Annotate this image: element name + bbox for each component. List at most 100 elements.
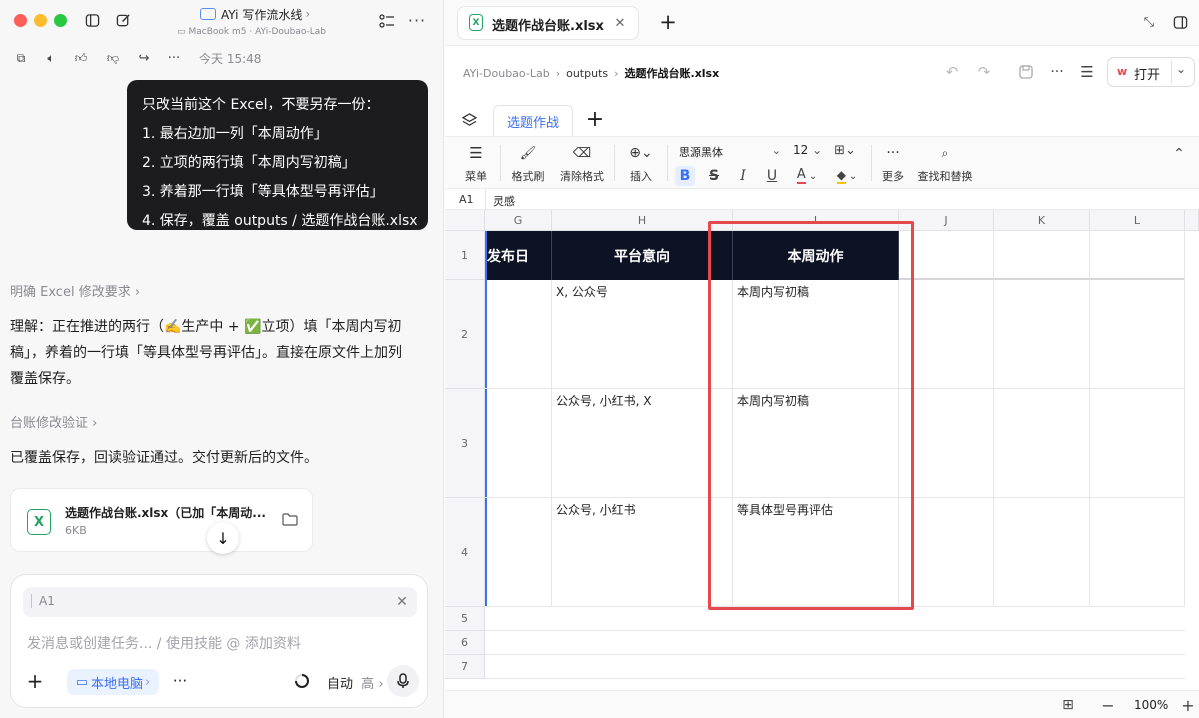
zoom-out-icon[interactable]: − — [1100, 696, 1116, 715]
share-icon[interactable]: ↪ — [136, 50, 152, 66]
thumbs-up-icon[interactable]: 👍︎ — [73, 50, 89, 66]
device-selector[interactable]: ▭ 本地电脑 › — [67, 669, 159, 695]
table-cell[interactable]: X, 公众号 — [552, 280, 733, 389]
underline-icon[interactable]: U — [762, 166, 782, 186]
find-replace-button[interactable]: ⌕ 查找和替换 — [915, 145, 975, 184]
microphone-icon[interactable] — [387, 665, 419, 697]
row-header[interactable]: 7 — [445, 655, 485, 679]
open-button[interactable]: w 打开 ⌄ — [1107, 57, 1195, 87]
more-actions-icon[interactable]: ··· — [166, 50, 182, 66]
clear-format-button[interactable]: ⌫ 清除格式 — [557, 145, 607, 184]
table-row[interactable] — [485, 655, 1185, 679]
table-cell[interactable] — [1090, 498, 1185, 607]
bold-icon[interactable]: B — [675, 166, 695, 186]
spreadsheet-grid[interactable]: G H I J K L 1 2 3 4 5 6 7 发布日 平台意向 本周动作 … — [445, 210, 1199, 680]
file-attachment-card[interactable]: X 选题作战台账.xlsx（已加「本周动... 6KB — [10, 488, 313, 552]
new-tab-icon[interactable]: + — [658, 10, 678, 34]
new-chat-icon[interactable] — [114, 11, 132, 29]
split-view-icon[interactable] — [1171, 13, 1189, 31]
column-header[interactable]: H — [552, 210, 733, 231]
format-painter-button[interactable]: 🖌︎ 格式刷 — [511, 145, 545, 184]
table-cell[interactable] — [1090, 231, 1185, 280]
step-verification[interactable]: 台账修改验证 › — [10, 412, 97, 431]
folder-icon[interactable] — [281, 511, 299, 527]
thumbs-down-icon[interactable]: 👎︎ — [105, 50, 121, 66]
window-title[interactable]: AYi 写作流水线 › — [200, 5, 320, 23]
mode-label: 自动 — [327, 677, 354, 692]
chevron-down-icon[interactable]: ⌄ — [1176, 62, 1186, 76]
row-header[interactable]: 4 — [445, 498, 485, 607]
minimize-window-button[interactable] — [34, 14, 47, 27]
zoom-window-button[interactable] — [54, 14, 67, 27]
save-icon[interactable] — [1017, 63, 1035, 81]
insert-button[interactable]: ⊕⌄ 插入 — [623, 145, 659, 184]
breadcrumb-item[interactable]: AYi-Doubao-Lab — [463, 67, 550, 80]
italic-icon[interactable]: I — [733, 166, 753, 186]
borders-icon[interactable]: ⊞⌄ — [831, 142, 859, 158]
layers-icon[interactable] — [459, 111, 479, 129]
row-header[interactable]: 5 — [445, 607, 485, 631]
table-cell[interactable] — [485, 389, 552, 498]
table-cell[interactable]: 公众号, 小红书, X — [552, 389, 733, 498]
collapse-toolbar-icon[interactable]: ⌃ — [1170, 145, 1188, 163]
menu-lines-icon[interactable]: ☰ — [1078, 63, 1096, 81]
more-icon[interactable]: ··· — [1046, 63, 1068, 81]
mode-selector[interactable]: 自动 高 › — [327, 673, 384, 692]
sheet-tab[interactable]: 选题作战 — [493, 105, 573, 137]
copy-icon[interactable]: ⧉ — [13, 50, 29, 66]
font-color-icon[interactable]: A ⌄ — [791, 166, 823, 186]
redo-icon[interactable]: ↷ — [975, 63, 993, 81]
close-tab-icon[interactable]: ✕ — [612, 14, 628, 32]
formula-input[interactable]: 灵感 — [493, 193, 515, 209]
table-cell[interactable] — [1090, 389, 1185, 498]
add-icon[interactable]: + — [25, 669, 45, 693]
header-cell[interactable]: 发布日 — [485, 231, 552, 280]
fill-color-icon[interactable]: ◆ ⌄ — [831, 166, 863, 186]
table-cell[interactable] — [994, 280, 1090, 389]
table-cell[interactable] — [994, 231, 1090, 280]
column-header[interactable]: G — [485, 210, 552, 231]
row-header[interactable]: 1 — [445, 231, 485, 280]
table-row[interactable] — [485, 607, 1185, 631]
font-family-select[interactable]: 思源黑体 ⌄ — [679, 144, 781, 160]
table-cell[interactable]: 公众号, 小红书 — [552, 498, 733, 607]
file-tab[interactable]: X 选题作战台账.xlsx ✕ — [457, 6, 639, 40]
step-requirements[interactable]: 明确 Excel 修改要求 › — [10, 281, 140, 300]
row-header[interactable]: 6 — [445, 631, 485, 655]
table-row[interactable] — [485, 631, 1185, 655]
table-cell[interactable] — [485, 280, 552, 389]
strikethrough-icon[interactable]: S — [704, 166, 724, 186]
zoom-in-icon[interactable]: + — [1180, 696, 1196, 715]
undo-icon[interactable]: ↶ — [943, 63, 961, 81]
table-cell[interactable] — [1090, 280, 1185, 389]
more-tools-button[interactable]: ··· 更多 — [879, 145, 907, 184]
breadcrumb-item[interactable]: outputs — [566, 67, 608, 80]
table-cell[interactable] — [994, 498, 1090, 607]
font-size-select[interactable]: 12 ⌄ — [793, 143, 823, 157]
menu-button[interactable]: ☰ 菜单 — [461, 145, 491, 184]
close-reference-icon[interactable]: ✕ — [393, 593, 411, 611]
column-header[interactable] — [1185, 210, 1199, 231]
row-header[interactable]: 3 — [445, 389, 485, 498]
more-icon[interactable]: ··· — [407, 11, 427, 30]
collapse-icon[interactable]: ⤡ — [1140, 13, 1158, 31]
select-all-corner[interactable] — [445, 210, 485, 231]
header-cell[interactable]: 平台意向 — [552, 231, 733, 280]
add-sheet-icon[interactable]: + — [585, 107, 605, 132]
table-cell[interactable] — [485, 498, 552, 607]
list-settings-icon[interactable] — [377, 12, 397, 30]
cell-ref-box[interactable]: A1 — [459, 193, 474, 206]
message-input[interactable]: 发消息或创建任务... / 使用技能 @ 添加资料 — [27, 633, 407, 653]
column-header[interactable]: L — [1090, 210, 1185, 231]
close-window-button[interactable] — [14, 14, 27, 27]
scroll-down-icon[interactable]: ↓ — [207, 522, 239, 554]
grid-view-icon[interactable]: ⊞ — [1059, 697, 1077, 713]
insert-label: 插入 — [630, 170, 652, 183]
sidebar-toggle-icon[interactable] — [83, 11, 101, 29]
composer: A1 ✕ 发消息或创建任务... / 使用技能 @ 添加资料 + ▭ 本地电脑 … — [10, 574, 428, 708]
column-header[interactable]: K — [994, 210, 1090, 231]
table-cell[interactable] — [994, 389, 1090, 498]
row-header[interactable]: 2 — [445, 280, 485, 389]
speaker-icon[interactable]: 🔈︎ — [43, 50, 59, 66]
more-options-icon[interactable]: ··· — [169, 671, 191, 691]
